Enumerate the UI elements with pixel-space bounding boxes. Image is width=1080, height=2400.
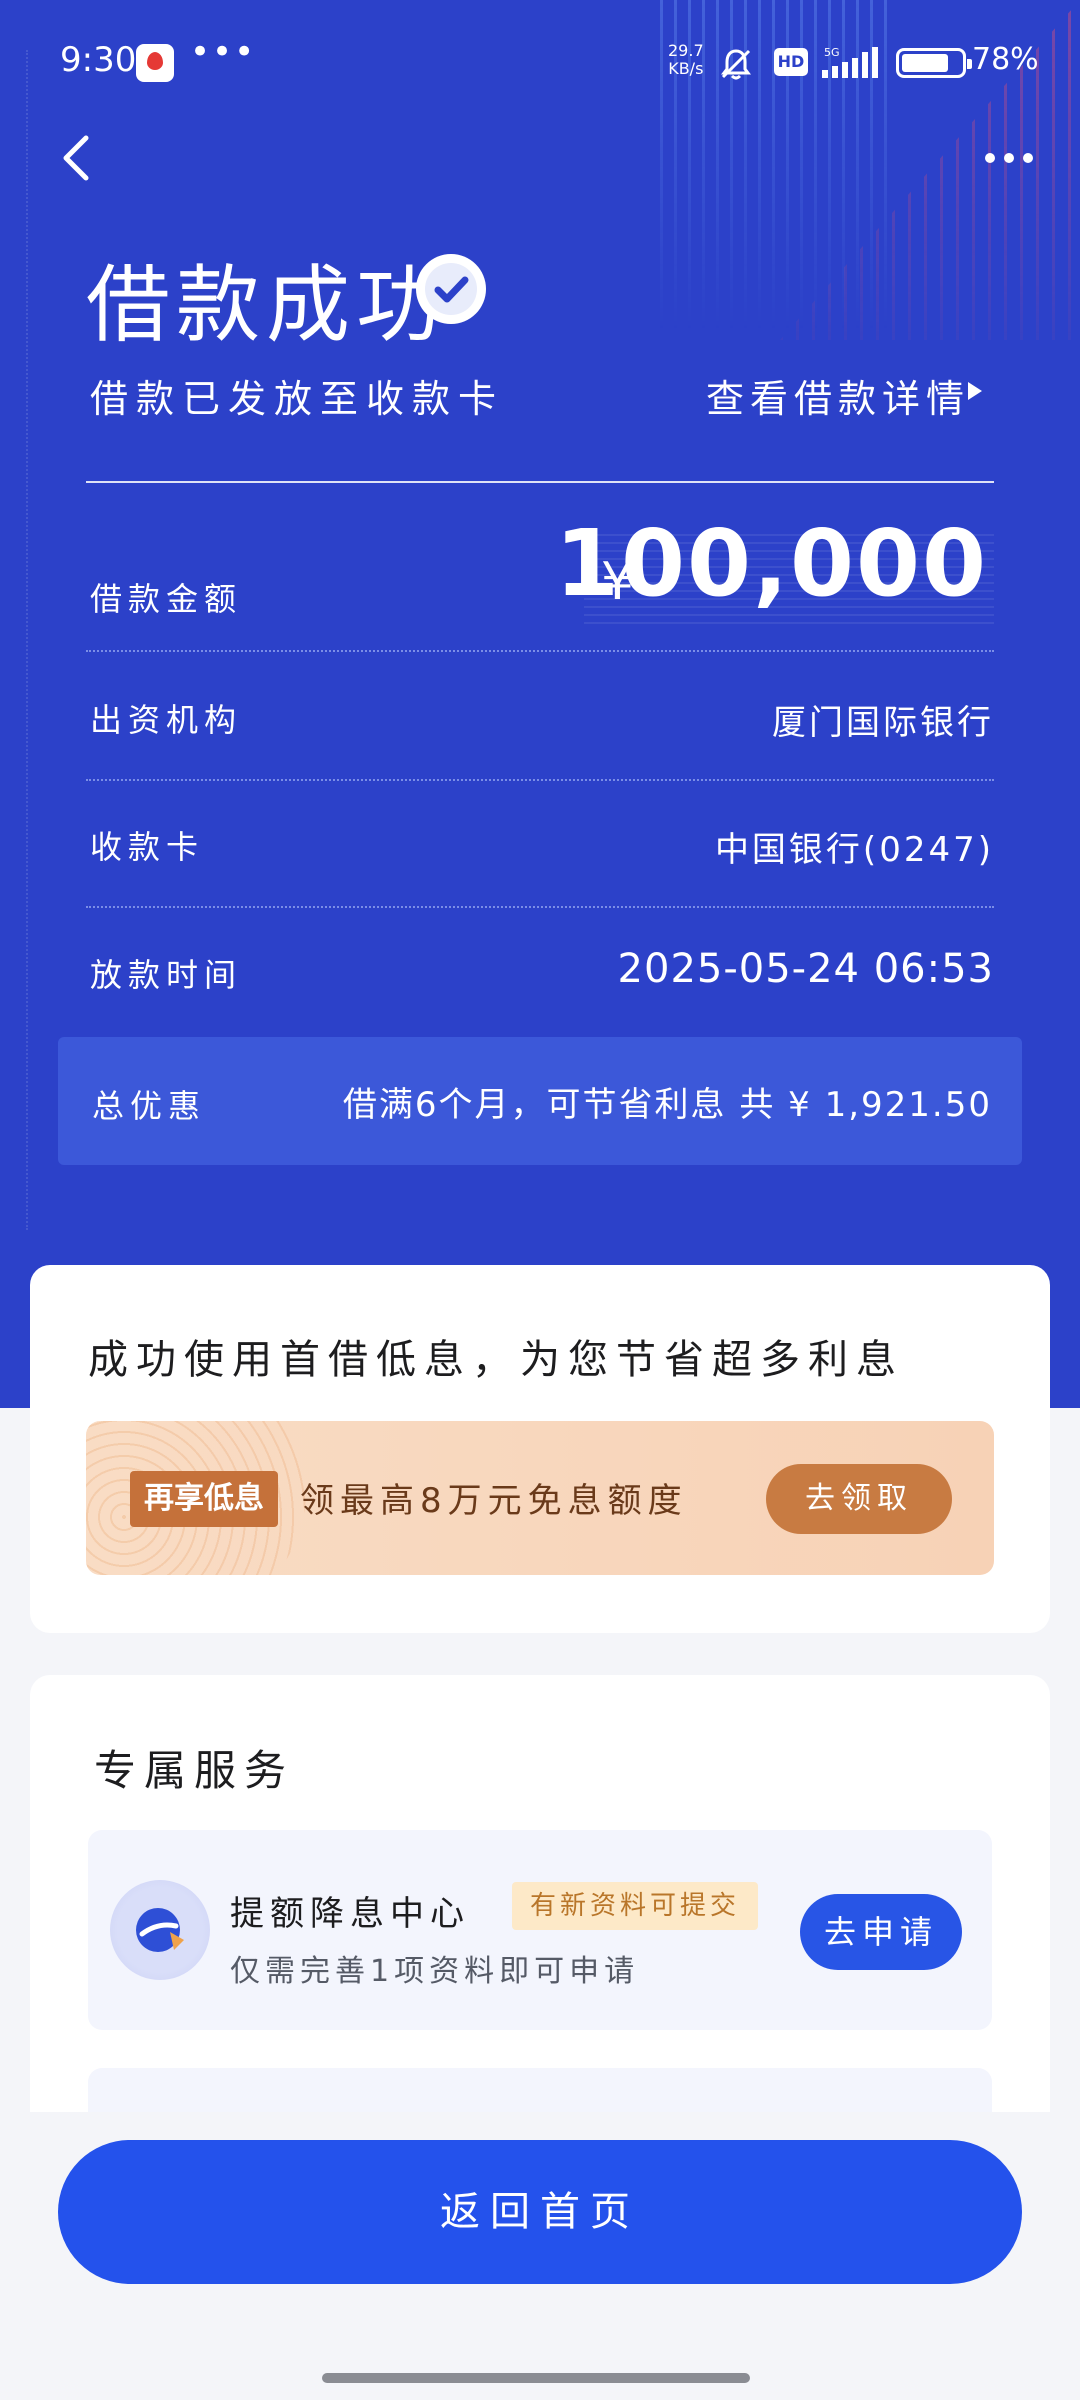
page: 9:30 ••• 29.7 KB/s HD 5G 78% 借款成功 借款已发放至… (0, 0, 1080, 2400)
status-time: 9:30 (60, 40, 137, 80)
receiving-card-row: 收款卡 中国银行(0247) (86, 822, 994, 882)
battery-percent: 78% (972, 42, 1039, 77)
claim-button[interactable]: 去领取 (766, 1464, 952, 1534)
more-options-icon[interactable] (984, 150, 1034, 166)
bottom-bar: 返回首页 (0, 2112, 1080, 2400)
network-speed: 29.7 KB/s (668, 42, 704, 78)
lender-row: 出资机构 厦门国际银行 (86, 695, 994, 755)
receiving-card-value: 中国银行(0247) (714, 830, 994, 870)
triangle-right-icon[interactable] (968, 382, 982, 400)
new-material-badge: 有新资料可提交 (512, 1882, 759, 1930)
network-speed-value: 29.7 (668, 41, 704, 60)
disbursement-status: 借款已发放至收款卡 (90, 377, 505, 421)
row-separator (86, 779, 994, 781)
disbursement-time-label: 放款时间 (90, 956, 243, 994)
mute-bell-icon (721, 49, 751, 80)
services-heading: 专属服务 (94, 1746, 295, 1795)
page-title: 借款成功 (86, 256, 447, 354)
loan-amount-box: ¥ 100,000 (555, 510, 994, 628)
loan-amount-label: 借款金额 (90, 580, 243, 618)
notification-more-icon: ••• (190, 32, 257, 72)
row-separator (86, 906, 994, 908)
total-discount-value: 借满6个月，可节省利息 共 ¥ 1,921.50 (342, 1085, 992, 1125)
view-loan-details-link[interactable]: 查看借款详情 (706, 368, 970, 423)
hd-voice-icon: HD (774, 48, 808, 76)
total-discount-label: 总优惠 (92, 1087, 207, 1125)
signal-icon: 5G (822, 46, 878, 78)
network-type: 5G (824, 46, 840, 59)
network-speed-unit: KB/s (668, 59, 704, 78)
success-check-icon (416, 254, 486, 324)
battery-icon (896, 48, 972, 78)
promo-heading: 成功使用首借低息，为您节省超多利息 (88, 1337, 904, 1383)
status-bar: 9:30 ••• 29.7 KB/s HD 5G 78% (0, 0, 1080, 120)
limit-center-icon (110, 1880, 210, 1980)
service-title: 提额降息中心 (230, 1894, 470, 1934)
map-app-icon (136, 44, 174, 82)
promo-text: 领最高8万元免息额度 (300, 1481, 688, 1521)
gesture-navigation-bar[interactable] (322, 2373, 750, 2383)
apply-button[interactable]: 去申请 (800, 1894, 962, 1970)
disbursement-time-row: 放款时间 2025-05-24 06:53 (86, 946, 994, 1010)
lender-label: 出资机构 (90, 701, 243, 739)
service-item[interactable]: 提额降息中心 有新资料可提交 仅需完善1项资料即可申请 去申请 (88, 1830, 992, 2030)
lender-value: 厦门国际银行 (772, 703, 994, 743)
total-discount-band: 总优惠 借满6个月，可节省利息 共 ¥ 1,921.50 (58, 1037, 1022, 1165)
return-home-button[interactable]: 返回首页 (58, 2140, 1022, 2284)
divider (86, 481, 994, 483)
disbursement-time-value: 2025-05-24 06:53 (617, 946, 994, 992)
service-subtitle: 仅需完善1项资料即可申请 (230, 1954, 640, 1989)
back-arrow-icon[interactable] (52, 130, 100, 186)
promo-tag: 再享低息 (130, 1471, 278, 1527)
promo-banner[interactable]: 再享低息 领最高8万元免息额度 去领取 (86, 1421, 994, 1575)
row-separator (86, 650, 994, 652)
watermark (26, 50, 36, 1230)
receiving-card-label: 收款卡 (90, 828, 205, 866)
promo-card: 成功使用首借低息，为您节省超多利息 再享低息 领最高8万元免息额度 去领取 (30, 1265, 1050, 1633)
loan-amount-value: 100,000 (554, 510, 988, 617)
loan-amount-row: 借款金额 ¥ 100,000 (86, 510, 994, 646)
